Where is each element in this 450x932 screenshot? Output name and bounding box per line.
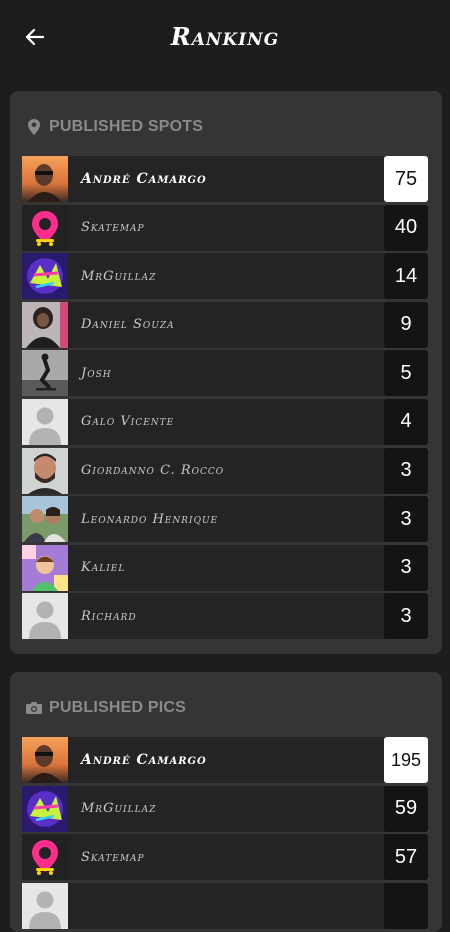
score-badge	[384, 882, 428, 929]
published-pics-list: André Camargo 195 MrGuillaz 59 Skatemap 57	[22, 737, 428, 931]
score-badge: 57	[384, 834, 428, 881]
location-pin-icon	[25, 118, 43, 136]
user-name: Giordanno C. Rocco	[81, 463, 225, 479]
user-name: MrGuillaz	[81, 801, 157, 817]
score-badge: 5	[384, 350, 428, 397]
spots-row-mrguillaz[interactable]: MrGuillaz 14	[22, 253, 428, 300]
spots-row-skatemap[interactable]: Skatemap 40	[22, 204, 428, 251]
published-spots-title: PUBLISHED SPOTS	[49, 118, 204, 135]
avatar	[22, 882, 68, 929]
avatar	[22, 447, 68, 494]
published-spots-header: PUBLISHED SPOTS	[25, 115, 203, 139]
pics-row-mrguillaz[interactable]: MrGuillaz 59	[22, 785, 428, 832]
spots-row-josh[interactable]: Josh 5	[22, 350, 428, 397]
top-bar: Ranking	[0, 0, 450, 72]
score-badge: 59	[384, 785, 428, 832]
spots-row-richard[interactable]: Richard 3	[22, 593, 428, 640]
score-badge: 3	[384, 544, 428, 591]
spots-row-galo-vicente[interactable]: Galo Vicente 4	[22, 398, 428, 445]
avatar	[22, 350, 68, 397]
user-name: Josh	[81, 365, 112, 381]
score-badge: 9	[384, 301, 428, 348]
avatar	[22, 593, 68, 640]
published-spots-card: PUBLISHED SPOTS André Camargo 75 Skatemap 4…	[10, 91, 442, 654]
user-name: André Camargo	[81, 171, 207, 187]
user-name: Skatemap	[81, 220, 145, 236]
spots-row-daniel-souza[interactable]: Daniel Souza 9	[22, 301, 428, 348]
spots-row-giordanno-c-rocco[interactable]: Giordanno C. Rocco 3	[22, 447, 428, 494]
user-name: Daniel Souza	[81, 317, 175, 333]
page-title: Ranking	[170, 22, 280, 51]
avatar	[22, 204, 68, 251]
score-badge: 4	[384, 398, 428, 445]
pics-row-skatemap[interactable]: Skatemap 57	[22, 834, 428, 881]
pics-row-andre-camargo[interactable]: André Camargo 195	[22, 737, 428, 783]
user-name: Skatemap	[81, 849, 145, 865]
score-badge: 3	[384, 496, 428, 543]
avatar	[22, 253, 68, 300]
avatar	[22, 301, 68, 348]
avatar	[22, 496, 68, 543]
user-name: Leonardo Henrique	[81, 511, 219, 527]
avatar	[22, 544, 68, 591]
avatar	[22, 737, 68, 783]
score-badge: 14	[384, 253, 428, 300]
pics-row-empty[interactable]	[22, 882, 428, 929]
spots-row-leonardo-henrique[interactable]: Leonardo Henrique 3	[22, 496, 428, 543]
spots-row-andre-camargo[interactable]: André Camargo 75	[22, 156, 428, 202]
spots-row-kaliel[interactable]: Kaliel 3	[22, 544, 428, 591]
published-pics-card: PUBLISHED PICS André Camargo 195 MrGuillaz…	[10, 672, 442, 932]
user-name: Galo Vicente	[81, 414, 175, 430]
published-pics-header: PUBLISHED PICS	[25, 696, 186, 720]
user-name: Kaliel	[81, 560, 126, 576]
published-pics-title: PUBLISHED PICS	[49, 699, 187, 716]
user-name: André Camargo	[81, 752, 207, 768]
avatar	[22, 785, 68, 832]
user-name: MrGuillaz	[81, 268, 157, 284]
avatar	[22, 834, 68, 881]
published-spots-list: André Camargo 75 Skatemap 40 MrGuillaz 14 Dani…	[22, 156, 428, 642]
score-badge: 3	[384, 447, 428, 494]
avatar	[22, 398, 68, 445]
score-badge: 195	[384, 737, 428, 783]
score-badge: 3	[384, 593, 428, 640]
user-name: Richard	[81, 608, 137, 624]
camera-icon	[25, 699, 43, 717]
score-badge: 40	[384, 204, 428, 251]
score-badge: 75	[384, 156, 428, 202]
avatar	[22, 156, 68, 202]
